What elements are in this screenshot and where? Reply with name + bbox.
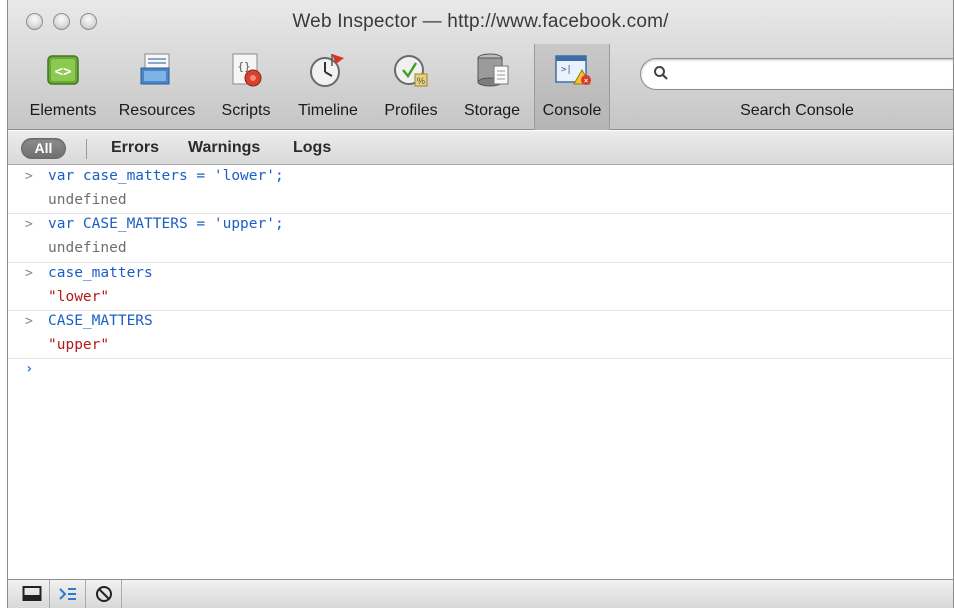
tab-timeline-label: Timeline <box>298 102 358 119</box>
tab-console[interactable]: >| × Console <box>534 44 610 130</box>
tab-storage-label: Storage <box>463 102 521 119</box>
storage-icon <box>477 53 509 87</box>
svg-text:%: % <box>417 76 425 86</box>
clear-icon <box>96 586 112 602</box>
svg-text:<>: <> <box>55 64 72 80</box>
console-toggle-icon <box>59 588 76 600</box>
search-field[interactable] <box>640 58 953 90</box>
tab-console-label: Console <box>542 102 602 119</box>
filter-all-button[interactable]: All <box>21 138 66 159</box>
filter-divider <box>86 139 87 159</box>
prompt-chevron-icon: > <box>25 314 33 329</box>
console-result: undefined <box>48 192 127 208</box>
tab-storage[interactable]: Storage <box>452 44 532 130</box>
dock-button[interactable] <box>14 580 50 608</box>
console-entry: > CASE_MATTERS "upper" <box>8 311 953 359</box>
search-input[interactable] <box>675 63 945 85</box>
svg-text:×: × <box>584 78 588 85</box>
console-toggle-button[interactable] <box>50 580 86 608</box>
tab-scripts[interactable]: {} Scripts <box>208 44 284 130</box>
tab-elements[interactable]: <> Elements <box>20 44 106 130</box>
console-result: undefined <box>48 240 127 256</box>
console-input-prompt[interactable]: › <box>25 361 33 377</box>
scripts-icon: {} <box>232 53 262 87</box>
console-command: CASE_MATTERS <box>48 313 153 329</box>
prompt-chevron-icon: > <box>25 217 33 232</box>
search-console-label: Search Console <box>740 102 854 119</box>
console-icon: >| × <box>555 55 591 85</box>
filter-bar: All Errors Warnings Logs <box>8 131 953 165</box>
tab-timeline[interactable]: Timeline <box>288 44 368 130</box>
tab-profiles-label: Profiles <box>384 102 438 119</box>
filter-warnings-button[interactable]: Warnings <box>188 139 260 157</box>
console-result: "lower" <box>48 289 110 305</box>
console-command: case_matters <box>48 265 153 281</box>
window-title: Web Inspector — http://www.facebook.com/ <box>292 11 669 32</box>
console-result: "upper" <box>48 337 110 353</box>
console-entry: > var CASE_MATTERS = 'upper'; undefined <box>8 214 953 263</box>
profiles-icon: % <box>394 55 428 87</box>
title-bar: Web Inspector — http://www.facebook.com/ <box>8 0 953 40</box>
filter-logs-button[interactable]: Logs <box>293 139 331 157</box>
tab-scripts-label: Scripts <box>221 102 271 119</box>
web-inspector-window: Web Inspector — http://www.facebook.com/… <box>7 0 954 608</box>
svg-text:>|: >| <box>561 65 572 75</box>
window-chrome: Web Inspector — http://www.facebook.com/… <box>8 0 953 130</box>
search-icon <box>654 66 668 80</box>
clear-console-button[interactable] <box>86 580 122 608</box>
prompt-chevron-icon: > <box>25 169 33 184</box>
filter-errors-button[interactable]: Errors <box>111 139 159 157</box>
tab-profiles[interactable]: % Profiles <box>372 44 450 130</box>
tab-elements-label: Elements <box>29 102 97 119</box>
tab-resources-label: Resources <box>118 102 196 119</box>
console-entry: > var case_matters = 'lower'; undefined <box>8 166 953 214</box>
console-output[interactable]: > var case_matters = 'lower'; undefined … <box>8 166 953 578</box>
console-entry: > case_matters "lower" <box>8 263 953 311</box>
toolbar: <> Elements Resources {} Scripts Timelin… <box>8 44 953 130</box>
console-command: var CASE_MATTERS = 'upper'; <box>48 216 284 232</box>
prompt-chevron-icon: > <box>25 266 33 281</box>
tab-resources[interactable]: Resources <box>112 44 202 130</box>
resources-icon <box>140 53 170 85</box>
dock-icon <box>22 586 42 601</box>
timeline-icon <box>310 54 344 87</box>
elements-icon: <> <box>47 55 79 85</box>
status-bar <box>8 579 953 608</box>
console-command: var case_matters = 'lower'; <box>48 168 284 184</box>
